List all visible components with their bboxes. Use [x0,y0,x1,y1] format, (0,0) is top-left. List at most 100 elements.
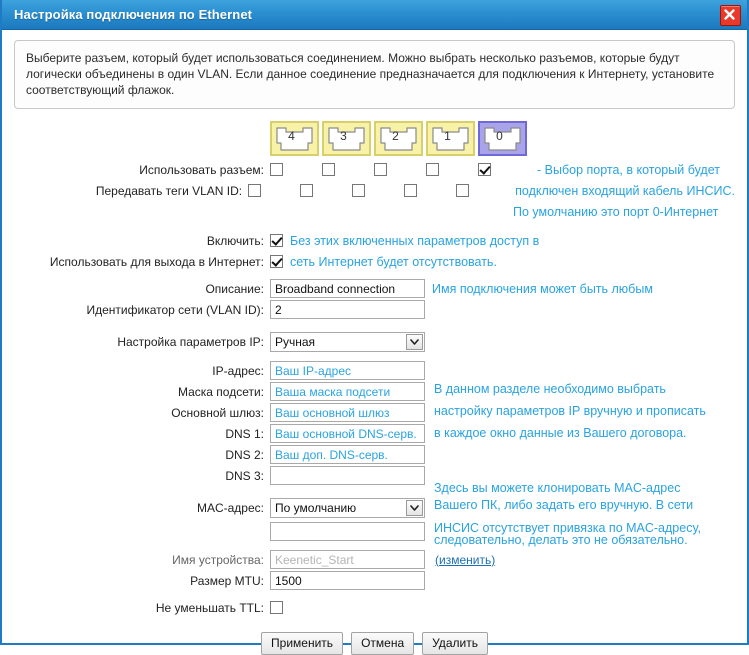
checkbox-use-port-1[interactable] [426,163,439,176]
label-dns3: DNS 3: [225,468,264,483]
checkbox-vlan-port-1[interactable] [404,184,418,197]
dialog-titlebar: Настройка подключения по Ethernet [2,0,747,30]
label-dns2: DNS 2: [225,447,264,462]
row-dns2: DNS 2: [14,444,735,465]
ip-note-line-2: настройку параметров IP вручную и пропис… [434,404,706,418]
form-area: 4 3 2 1 0 Использовать разъем: - Выбор п… [14,121,735,655]
ip-address-input[interactable] [270,361,425,380]
mac-address-select[interactable]: По умолчанию [270,498,425,518]
dialog-title: Настройка подключения по Ethernet [14,7,253,22]
row-ip-settings: Настройка параметров IP: Ручная [14,330,735,354]
apply-button[interactable]: Применить [261,632,344,655]
port-label: 4 [288,129,295,143]
port-note-line-1: - Выбор порта, в который будет [537,162,720,177]
ip-settings-select[interactable]: Ручная [270,332,425,352]
row-vlan-tags: Передавать теги VLAN ID: подключен входя… [14,180,735,201]
description-note: Имя подключения может быть любым [432,281,653,296]
row-mtu: Размер MTU: [14,570,735,591]
vlan-id-input[interactable] [270,300,425,319]
cell-vlan-1 [404,184,456,197]
label-use-connector: Использовать разъем: [139,162,264,177]
delete-button[interactable]: Удалить [422,632,488,655]
label-subnet-mask: Маска подсети: [177,384,264,399]
checkbox-use-for-internet[interactable] [270,255,283,268]
row-dns1: DNS 1: в каждое окно данные из Вашего до… [14,423,735,444]
dialog-content: Выберите разъем, который будет использов… [2,30,747,655]
ip-note-line-3: в каждое окно данные из Вашего договора. [434,426,687,440]
port-3[interactable]: 3 [322,121,371,156]
cell-port-4 [270,163,322,176]
ip-settings-value: Ручная [275,335,316,349]
dialog-buttons: Применить Отмена Удалить [14,632,735,655]
mtu-input[interactable] [270,571,425,590]
row-ip-address: IP-адрес: [14,360,735,381]
checkbox-vlan-port-3[interactable] [300,184,314,197]
subnet-mask-input[interactable] [270,382,425,401]
mac-note-line-2: Вашего ПК, либо задать его вручную. В се… [434,498,694,512]
row-device-name: Имя устройства: (изменить) следовательно… [14,533,735,570]
cell-port-0 [478,163,530,176]
chevron-down-icon[interactable] [406,334,423,350]
checkbox-vlan-port-0[interactable] [456,184,470,197]
dns2-input[interactable] [270,445,425,464]
row-subnet-mask: Маска подсети: В данном разделе необходи… [14,381,735,402]
label-vlan-id: Идентификатор сети (VLAN ID): [86,302,265,317]
mac-manual-input[interactable] [270,522,425,541]
label-enable: Включить: [206,233,264,248]
device-name-change-link[interactable]: (изменить) [435,553,495,567]
checkbox-use-port-3[interactable] [322,163,335,176]
port-label: 2 [392,129,399,143]
description-input[interactable] [270,279,425,298]
checkbox-no-ttl-decrement[interactable] [270,601,283,614]
cell-vlan-2 [352,184,404,197]
label-dns1: DNS 1: [225,426,264,441]
ip-note-line-1: В данном разделе необходимо выбрать [434,382,666,396]
checkbox-use-port-2[interactable] [374,163,387,176]
port-label: 1 [444,129,451,143]
cell-port-2 [374,163,426,176]
row-port-note-3: По умолчанию это порт 0-Интернет [14,201,735,222]
row-use-for-internet: Использовать для выхода в Интернет: сеть… [14,251,735,272]
dns1-input[interactable] [270,424,425,443]
label-mac-address: MAC-адрес: [196,501,264,515]
cell-vlan-3 [300,184,352,197]
cell-port-3 [322,163,374,176]
info-box: Выберите разъем, который будет использов… [14,40,735,109]
label-no-ttl-decrement: Не уменьшать TTL: [155,600,264,615]
checkbox-use-port-4[interactable] [270,163,283,176]
dialog-window: Настройка подключения по Ethernet Выбери… [0,0,749,655]
port-label: 3 [340,129,347,143]
mac-note-line-4: следовательно, делать это не обязательно… [434,533,688,547]
label-device-name: Имя устройства: [172,552,264,567]
label-ip-address: IP-адрес: [212,363,264,378]
checkbox-vlan-port-2[interactable] [352,184,366,197]
port-note-line-2: подключен входящий кабель ИНСИС. [515,183,735,198]
close-icon[interactable] [720,5,741,26]
label-description: Описание: [205,281,264,296]
cancel-button[interactable]: Отмена [351,632,415,655]
checkbox-vlan-port-4[interactable] [248,184,262,197]
row-vlan-id: Идентификатор сети (VLAN ID): [14,299,735,320]
row-enable: Включить: Без этих включенных параметров… [14,230,735,251]
port-0[interactable]: 0 [478,121,527,156]
port-note-line-3: По умолчанию это порт 0-Интернет [513,204,719,219]
checkbox-use-port-0[interactable] [478,163,491,176]
chevron-down-icon[interactable] [406,500,423,516]
gateway-input[interactable] [270,403,425,422]
port-label: 0 [496,129,503,143]
port-2[interactable]: 2 [374,121,423,156]
row-gateway: Основной шлюз: настройку параметров IP в… [14,402,735,423]
label-use-for-internet: Использовать для выхода в Интернет: [49,254,264,269]
port-selector: 4 3 2 1 0 [270,121,735,156]
port-4[interactable]: 4 [270,121,319,156]
mac-note-line-1: Здесь вы можете клонировать MAC-адрес [434,481,681,495]
enable-note-line-2: сеть Интернет будет отсутствовать. [290,254,497,269]
port-1[interactable]: 1 [426,121,475,156]
checkbox-enable[interactable] [270,234,283,247]
row-use-connector: Использовать разъем: - Выбор порта, в ко… [14,159,735,180]
enable-note-line-1: Без этих включенных параметров доступ в [290,233,540,248]
row-description: Описание: Имя подключения может быть люб… [14,278,735,299]
dns3-input[interactable] [270,466,425,485]
label-vlan-tags: Передавать теги VLAN ID: [95,183,243,198]
